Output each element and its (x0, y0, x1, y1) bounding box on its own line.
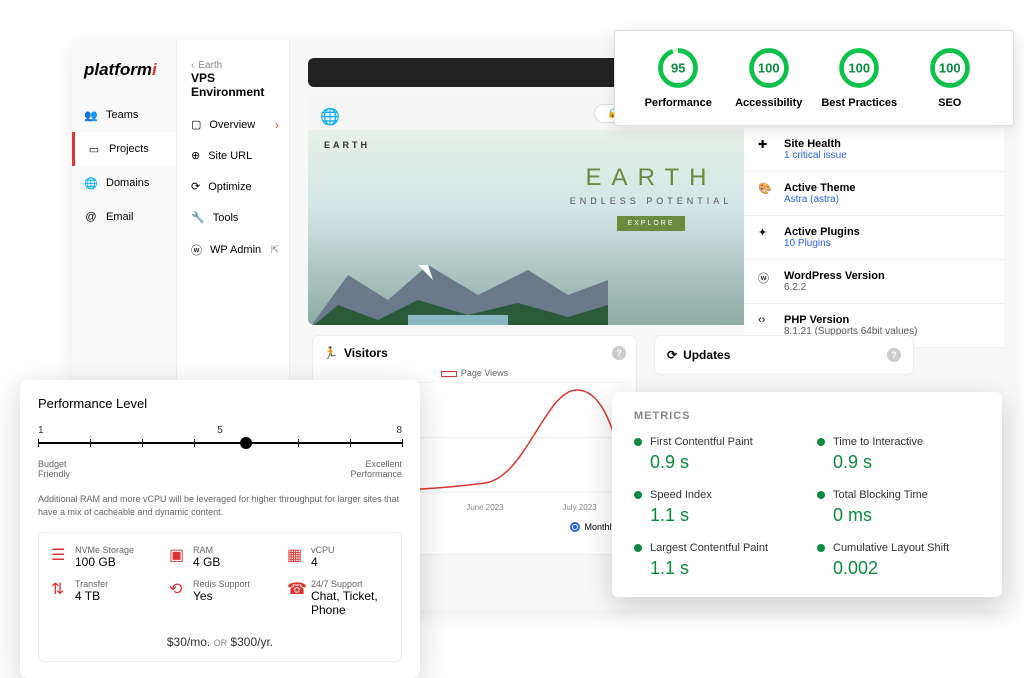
sub-optimize[interactable]: ⟳Optimize (177, 171, 289, 202)
teams-icon: 👥 (84, 108, 98, 122)
redis-icon: ⟲ (169, 579, 185, 595)
gauge-icon: ⟳ (191, 180, 200, 193)
mountain-illustration (308, 255, 608, 325)
wrench-icon: 🔧 (191, 211, 205, 224)
lh-seo: 100 SEO (905, 47, 996, 109)
refresh-icon: ⟳ (667, 348, 677, 362)
plugin-icon: ✦ (758, 226, 774, 242)
slider-hint: Budget FriendlyExcellent Performance (38, 459, 402, 479)
email-icon: @ (84, 210, 98, 224)
updates-panel[interactable]: ⟳Updates? (654, 335, 914, 375)
sub-overview[interactable]: ▢Overview› (177, 109, 289, 140)
hero-explore-button[interactable]: EXPLORE (617, 216, 684, 231)
help-icon[interactable]: ? (887, 348, 901, 362)
metrics-title: METRICS (634, 410, 980, 422)
resource-ram: ▣RAM4 GB (169, 545, 271, 569)
breadcrumb[interactable]: ‹Earth (177, 60, 289, 71)
nav-projects[interactable]: ▭Projects (72, 132, 176, 166)
domains-icon: 🌐 (84, 176, 98, 190)
nav-teams[interactable]: 👥Teams (72, 98, 176, 132)
lh-best-practices: 100 Best Practices (814, 47, 905, 109)
ram-icon: ▣ (169, 545, 185, 561)
globe-icon: 🌐 (320, 107, 334, 121)
resource-nvme: ☰NVMe Storage100 GB (51, 545, 153, 569)
metrics-card: METRICS First Contentful Paint0.9 s Time… (612, 392, 1002, 597)
sub-wpadmin[interactable]: ⓦWP Admin⇱ (177, 233, 289, 267)
chart-legend: Page Views (323, 368, 626, 378)
globe-icon: ⊕ (191, 149, 200, 162)
lighthouse-card: 95 Performance 100 Accessibility 100 Bes… (614, 30, 1014, 126)
site-info-card: ✚ Site Health1 critical issue 🎨 Active T… (744, 128, 1004, 348)
nav-email[interactable]: @Email (72, 200, 176, 234)
info-theme[interactable]: 🎨 Active ThemeAstra (astra) (744, 172, 1004, 216)
perf-description: Additional RAM and more vCPU will be lev… (38, 493, 402, 518)
metric-si: Speed Index1.1 s (634, 489, 797, 526)
resource-support: ☎24/7 SupportChat, Ticket, Phone (287, 579, 389, 617)
chevron-right-icon: › (275, 118, 279, 132)
nav-domains[interactable]: 🌐Domains (72, 166, 176, 200)
metric-tbt: Total Blocking Time0 ms (817, 489, 980, 526)
cpu-icon: ▦ (287, 545, 303, 561)
site-brand: EARTH (324, 140, 370, 150)
visitors-header: 🏃Visitors? (323, 346, 626, 368)
support-icon: ☎ (287, 579, 303, 595)
info-plugins[interactable]: ✦ Active Plugins10 Plugins (744, 216, 1004, 260)
slider-thumb[interactable] (240, 437, 252, 449)
logo: platformi (72, 60, 176, 98)
performance-level-card: Performance Level 158 Budget FriendlyExc… (20, 380, 420, 678)
monthly-toggle[interactable]: Monthly (570, 522, 616, 532)
transfer-icon: ⇅ (51, 579, 67, 595)
metric-fcp: First Contentful Paint0.9 s (634, 436, 797, 473)
sub-tools[interactable]: 🔧Tools (177, 202, 289, 233)
wordpress-icon: ⓦ (758, 270, 774, 286)
resource-transfer: ⇅Transfer4 TB (51, 579, 153, 617)
resource-redis: ⟲Redis SupportYes (169, 579, 271, 617)
radio-icon (570, 522, 580, 532)
projects-icon: ▭ (87, 142, 101, 156)
lh-performance: 95 Performance (633, 47, 724, 109)
storage-icon: ☰ (51, 545, 67, 561)
info-health[interactable]: ✚ Site Health1 critical issue (744, 128, 1004, 172)
palette-icon: 🎨 (758, 182, 774, 198)
lh-accessibility: 100 Accessibility (724, 47, 815, 109)
runner-icon: 🏃 (323, 346, 338, 360)
code-icon: ‹› (758, 314, 774, 330)
wordpress-icon: ⓦ (191, 242, 202, 258)
pricing: $30/mo. OR $300/yr. (51, 627, 389, 649)
perf-slider[interactable]: 158 (38, 425, 402, 455)
perf-title: Performance Level (38, 396, 402, 411)
chevron-left-icon: ‹ (191, 60, 194, 71)
help-icon[interactable]: ? (612, 346, 626, 360)
resource-grid: ☰NVMe Storage100 GB ▣RAM4 GB ▦vCPU4 ⇅Tra… (38, 532, 402, 662)
resource-vcpu: ▦vCPU4 (287, 545, 389, 569)
metric-tti: Time to Interactive0.9 s (817, 436, 980, 473)
info-wpversion: ⓦ WordPress Version6.2.2 (744, 260, 1004, 304)
sub-title: VPS Environment (177, 71, 289, 109)
metric-lcp: Largest Contentful Paint1.1 s (634, 542, 797, 579)
overview-icon: ▢ (191, 118, 201, 131)
health-icon: ✚ (758, 138, 774, 154)
external-link-icon: ⇱ (271, 245, 279, 256)
sub-siteurl[interactable]: ⊕Site URL (177, 140, 289, 171)
metric-cls: Cumulative Layout Shift0.002 (817, 542, 980, 579)
